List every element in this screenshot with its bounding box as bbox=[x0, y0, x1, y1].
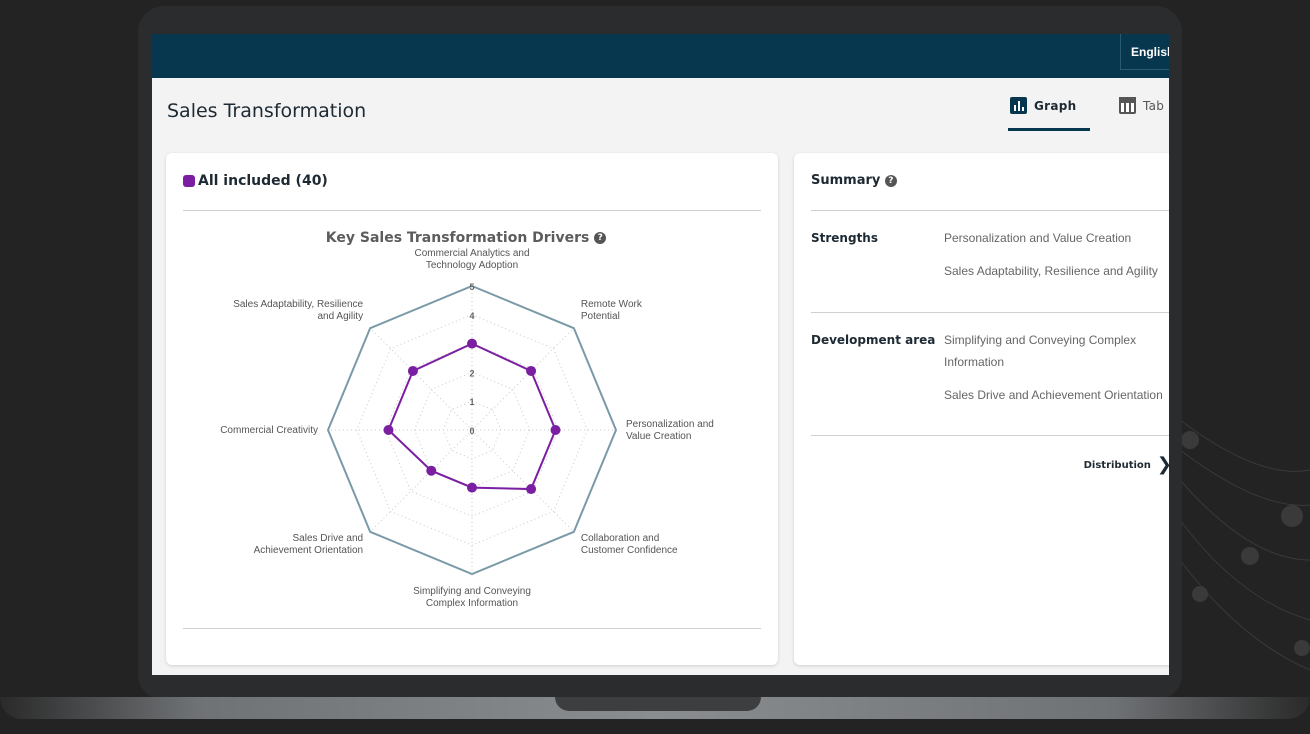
divider bbox=[811, 312, 1169, 313]
data-point bbox=[467, 338, 477, 349]
bar-chart-icon bbox=[1010, 97, 1027, 114]
axis-category-label: Commercial Creativity bbox=[220, 425, 318, 436]
strengths-label: Strengths bbox=[811, 231, 878, 245]
summary-title-text: Summary bbox=[811, 173, 881, 188]
axis-category-label: Sales Adaptability, Resilience and Agilit… bbox=[233, 299, 363, 322]
data-point bbox=[550, 425, 561, 435]
summary-card: Summary ? Strengths Personalization and … bbox=[794, 153, 1169, 665]
development-item: Sales Drive and Achievement Orientation bbox=[944, 388, 1163, 402]
axis-category-label: Commercial Analytics and Technology Adopt… bbox=[414, 248, 529, 271]
axis-category-label: Personalization and Value Creation bbox=[626, 419, 714, 442]
data-point bbox=[526, 484, 537, 495]
tick-label: 1 bbox=[469, 397, 474, 407]
divider bbox=[811, 435, 1169, 436]
tab-table-label: Tab bbox=[1143, 98, 1165, 113]
language-selector[interactable]: English bbox=[1120, 34, 1169, 70]
chevron-right-icon: ❯ bbox=[1157, 456, 1169, 474]
strength-item: Sales Adaptability, Resilience and Agili… bbox=[944, 264, 1158, 278]
page-title: Sales Transformation bbox=[167, 100, 367, 122]
axis-category-label: Sales Drive and Achievement Orientation bbox=[254, 533, 364, 556]
distribution-link-label: Distribution bbox=[1083, 459, 1151, 471]
chart-card: All included (40) Key Sales Transformati… bbox=[166, 153, 778, 665]
tick-label: 2 bbox=[469, 368, 474, 378]
data-point bbox=[526, 365, 537, 376]
distribution-link[interactable]: Distribution ❯ bbox=[1083, 456, 1169, 474]
radar-chart: 0 1 2 4 5 Commercial Analytics and Technology … bbox=[220, 248, 714, 609]
tick-label: 0 bbox=[469, 426, 474, 436]
axis-category-label: Collaboration and Customer Confidence bbox=[581, 533, 678, 556]
strength-item: Personalization and Value Creation bbox=[944, 231, 1132, 245]
laptop-notch bbox=[555, 697, 761, 711]
app-screen: English Sales Transformation Graph Tab A… bbox=[152, 34, 1169, 675]
data-point bbox=[426, 465, 437, 476]
tab-graph[interactable]: Graph bbox=[1010, 97, 1077, 114]
tick-label: 4 bbox=[469, 311, 474, 321]
table-icon bbox=[1119, 97, 1136, 114]
tab-table[interactable]: Tab bbox=[1119, 97, 1164, 114]
tick-label: 5 bbox=[469, 282, 474, 292]
data-point bbox=[407, 365, 418, 376]
help-icon[interactable]: ? bbox=[884, 174, 897, 187]
top-navigation-bar: English bbox=[152, 34, 1169, 78]
axis-category-label: Remote Work Potential bbox=[581, 299, 643, 322]
summary-title: Summary ? bbox=[811, 173, 897, 188]
data-point bbox=[383, 425, 394, 435]
axis-category-label: Simplifying and Conveying Complex Informa… bbox=[413, 586, 531, 609]
development-item: Simplifying and Conveying Complex Inform… bbox=[944, 333, 1137, 369]
divider bbox=[811, 210, 1169, 211]
data-point bbox=[467, 482, 477, 493]
development-label: Development area bbox=[811, 333, 936, 347]
active-tab-indicator bbox=[1008, 128, 1090, 131]
tab-graph-label: Graph bbox=[1034, 98, 1077, 113]
divider bbox=[183, 628, 761, 629]
